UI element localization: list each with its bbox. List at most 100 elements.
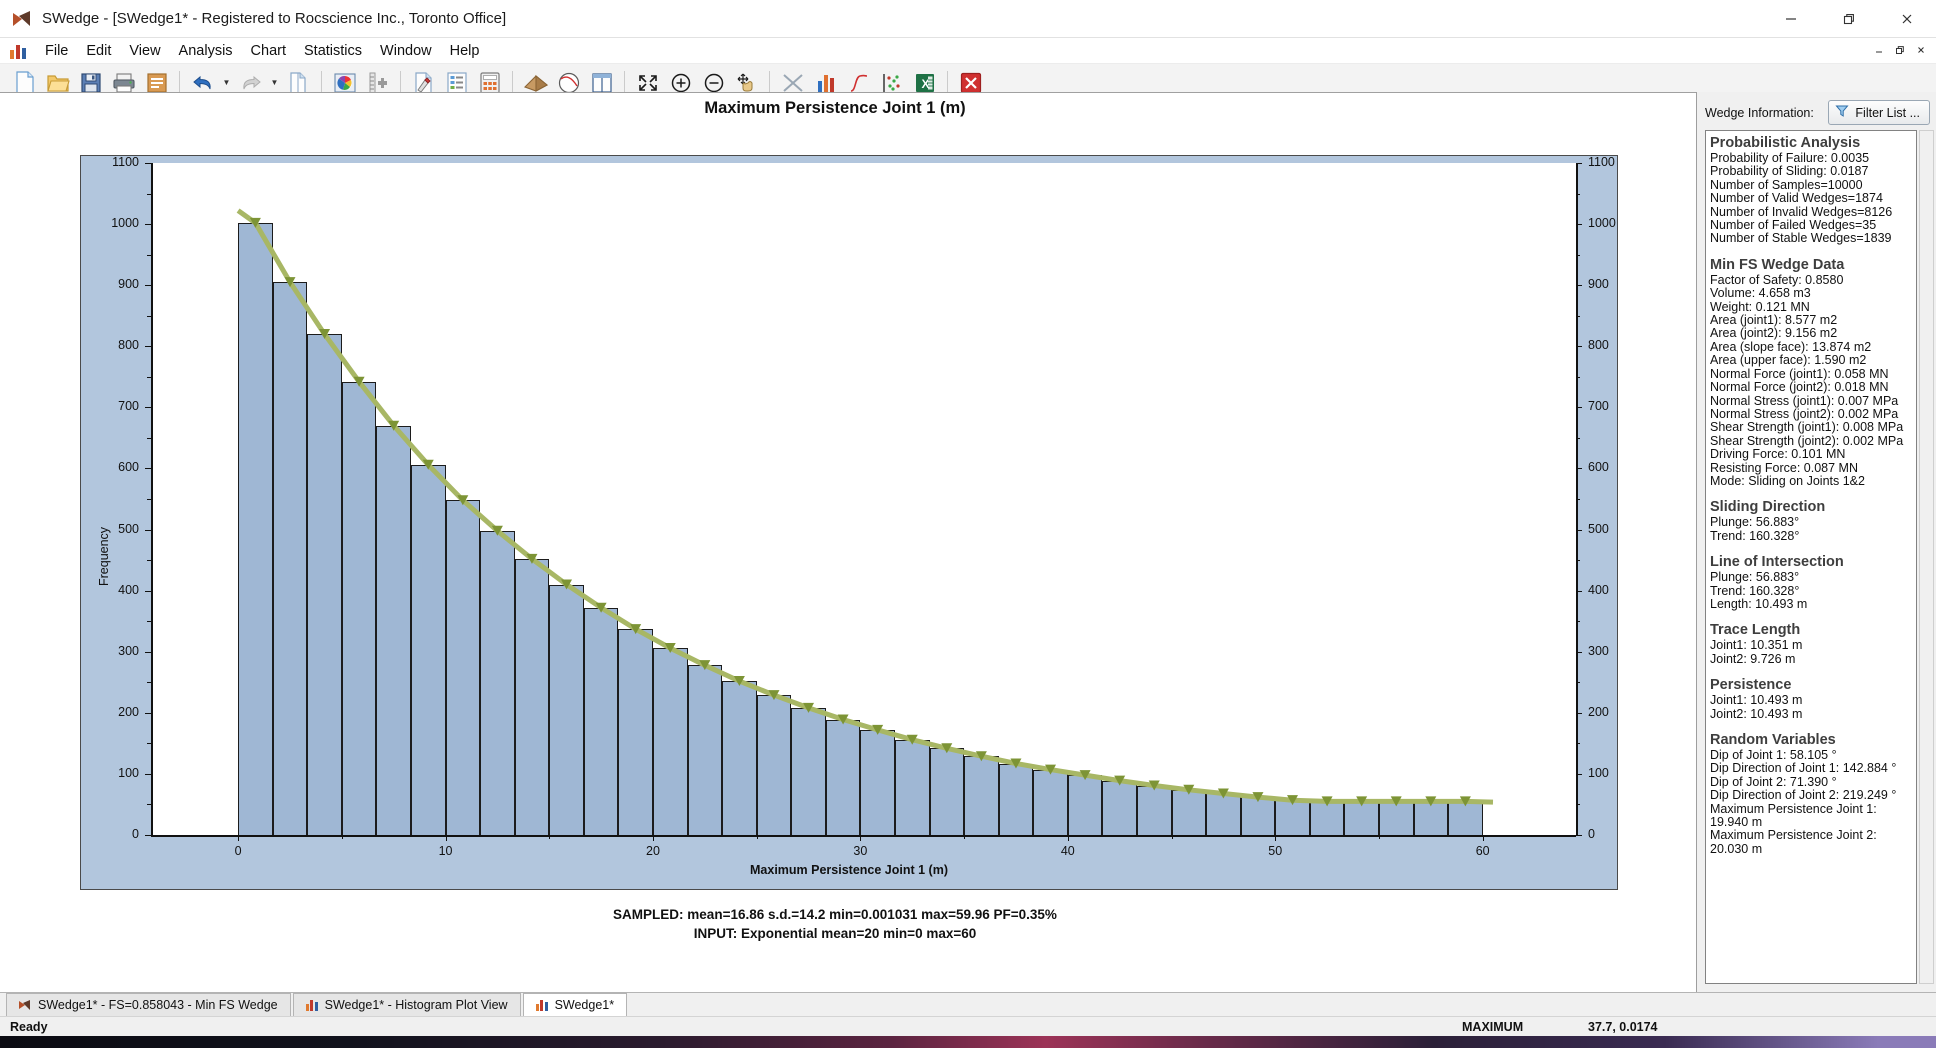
sidebar-info-line: 19.940 m (1710, 815, 1763, 830)
histogram-bar (618, 629, 653, 835)
histogram-bar (929, 748, 965, 835)
sidebar-info-line: Joint2: 9.726 m (1710, 651, 1796, 666)
document-tab[interactable]: SWedge1* - Histogram Plot View (292, 993, 521, 1016)
sidebar-info-line: Joint1: 10.351 m (1710, 638, 1803, 653)
y-axis-tick-label: 400 (118, 582, 139, 597)
y-axis-tick-label: 500 (118, 521, 139, 536)
mdi-window-controls (1869, 41, 1930, 59)
y-axis-line (151, 163, 153, 835)
histogram-bar (549, 584, 584, 835)
sidebar-info-line: Normal Stress (joint2): 0.002 MPa (1710, 406, 1899, 421)
histogram-bar (1033, 769, 1068, 835)
menu-edit[interactable]: Edit (77, 40, 120, 62)
y-axis-tick-label: 600 (1588, 460, 1609, 475)
x-axis-tick (1275, 835, 1277, 841)
x-axis-label: Maximum Persistence Joint 1 (m) (750, 863, 948, 877)
filter-list-button[interactable]: Filter List ... (1828, 100, 1930, 125)
histogram-icon (535, 999, 549, 1011)
y-axis-tick-label: 300 (118, 643, 139, 658)
y-axis-tick-label: 1100 (1588, 155, 1615, 169)
x-axis-minor-tick (341, 835, 343, 839)
x-axis-tick (238, 835, 240, 841)
menu-view[interactable]: View (120, 40, 169, 62)
sidebar-section-gap (1710, 488, 1916, 497)
histogram-bar (307, 334, 342, 835)
sidebar-section-heading: Probabilistic Analysis (1710, 135, 1861, 151)
x-axis-minor-tick (1171, 835, 1173, 839)
chart-statistics-text: SAMPLED: mean=16.86 s.d.=14.2 min=0.0010… (0, 905, 1670, 943)
sidebar-scrollbar[interactable] (1919, 130, 1934, 984)
document-tab-label: SWedge1* (554, 998, 615, 1012)
x-axis-tick (1482, 835, 1484, 841)
filter-list-label: Filter List ... (1855, 105, 1920, 120)
histogram-bar (1448, 801, 1483, 835)
document-tab-label: SWedge1* - FS=0.858043 - Min FS Wedge (38, 998, 278, 1012)
histogram-bar (445, 500, 481, 835)
y-axis-tick-label: 100 (118, 765, 139, 780)
histogram-bar (1275, 800, 1310, 835)
close-button[interactable] (1878, 0, 1936, 38)
maximize-restore-button[interactable] (1820, 0, 1878, 38)
x-axis-minor-tick (756, 835, 758, 839)
y-axis-tick-label: 500 (1588, 521, 1609, 536)
document-tab[interactable]: SWedge1* - FS=0.858043 - Min FS Wedge (6, 993, 291, 1016)
histogram-bar (1102, 780, 1137, 835)
histogram-bar (1136, 785, 1172, 835)
sidebar-info-line: Number of Invalid Wedges=8126 (1710, 204, 1893, 219)
histogram-bar (860, 729, 895, 835)
sidebar-info-line: Factor of Safety: 0.8580 (1710, 272, 1844, 287)
histogram-plot-view[interactable]: Maximum Persistence Joint 1 (m) Frequenc… (0, 93, 1936, 992)
menu-analysis[interactable]: Analysis (170, 40, 242, 62)
histogram-bar (410, 464, 446, 835)
y-axis-tick-label: 800 (1588, 338, 1609, 353)
sidebar-info-line: Area (slope face): 13.874 m2 (1710, 339, 1872, 354)
x-axis-line (151, 835, 1576, 837)
sidebar-section-heading: Line of Intersection (1710, 554, 1844, 571)
sidebar-info-line: Area (upper face): 1.590 m2 (1710, 353, 1867, 368)
toolbar-separator (769, 70, 770, 95)
sidebar-section-gap (1710, 666, 1916, 675)
sidebar-info-line: Probability of Failure: 0.0035 (1710, 151, 1870, 165)
window-title: SWedge - [SWedge1* - Registered to Rocsc… (42, 10, 507, 27)
histogram-icon (10, 43, 28, 59)
minimize-button[interactable] (1762, 0, 1820, 38)
wedge-information-label: Wedge Information: (1705, 105, 1814, 120)
menu-chart[interactable]: Chart (242, 40, 295, 62)
y-axis-tick-label: 700 (118, 399, 139, 414)
menu-help[interactable]: Help (441, 40, 489, 62)
toolbar-separator (179, 70, 180, 95)
x-axis-minor-tick (1378, 835, 1380, 839)
y-axis-tick-label: 1000 (1588, 216, 1616, 231)
toolbar-separator (321, 70, 322, 95)
mdi-restore-button[interactable] (1890, 41, 1909, 59)
sidebar-section-heading: Random Variables (1710, 732, 1836, 748)
menu-window[interactable]: Window (371, 40, 441, 62)
title-bar: SWedge - [SWedge1* - Registered to Rocsc… (0, 0, 1936, 38)
y-axis-tick-label: 600 (118, 460, 139, 475)
menu-statistics[interactable]: Statistics (295, 40, 371, 62)
wedge-information-list[interactable]: Probabilistic Analysis Probability of Fai… (1705, 130, 1917, 984)
funnel-icon (1835, 104, 1849, 121)
histogram-icon (305, 999, 319, 1011)
mdi-close-button[interactable] (1911, 41, 1930, 59)
document-tab[interactable]: SWedge1* (522, 993, 628, 1016)
histogram-bar (825, 719, 861, 835)
y-axis-line (1576, 163, 1578, 835)
sampled-stats-line: SAMPLED: mean=16.86 s.d.=14.2 min=0.0010… (613, 907, 1057, 922)
sidebar-info-line: Area (joint1): 8.577 m2 (1710, 313, 1838, 328)
sidebar-header: Wedge Information: Filter List ... (1705, 100, 1930, 125)
sidebar-info-line: Driving Force: 0.101 MN (1710, 447, 1846, 462)
sidebar-info-line: 20.030 m (1710, 841, 1763, 856)
mdi-minimize-button[interactable] (1869, 41, 1888, 59)
document-tab-label: SWedge1* - Histogram Plot View (324, 998, 508, 1012)
menu-file[interactable]: File (36, 40, 77, 62)
sidebar-info-line: Maximum Persistence Joint 2: (1710, 828, 1877, 843)
histogram-bar (480, 530, 515, 835)
sidebar-section-heading: Sliding Direction (1710, 499, 1826, 516)
sidebar-section-gap (1710, 246, 1916, 255)
chart-title: Maximum Persistence Joint 1 (m) (704, 99, 966, 117)
x-axis-tick-label: 0 (234, 844, 242, 858)
histogram-bar (514, 558, 550, 835)
x-axis-tick-label: 60 (1475, 844, 1490, 858)
sidebar-info-line: Weight: 0.121 MN (1710, 299, 1810, 314)
